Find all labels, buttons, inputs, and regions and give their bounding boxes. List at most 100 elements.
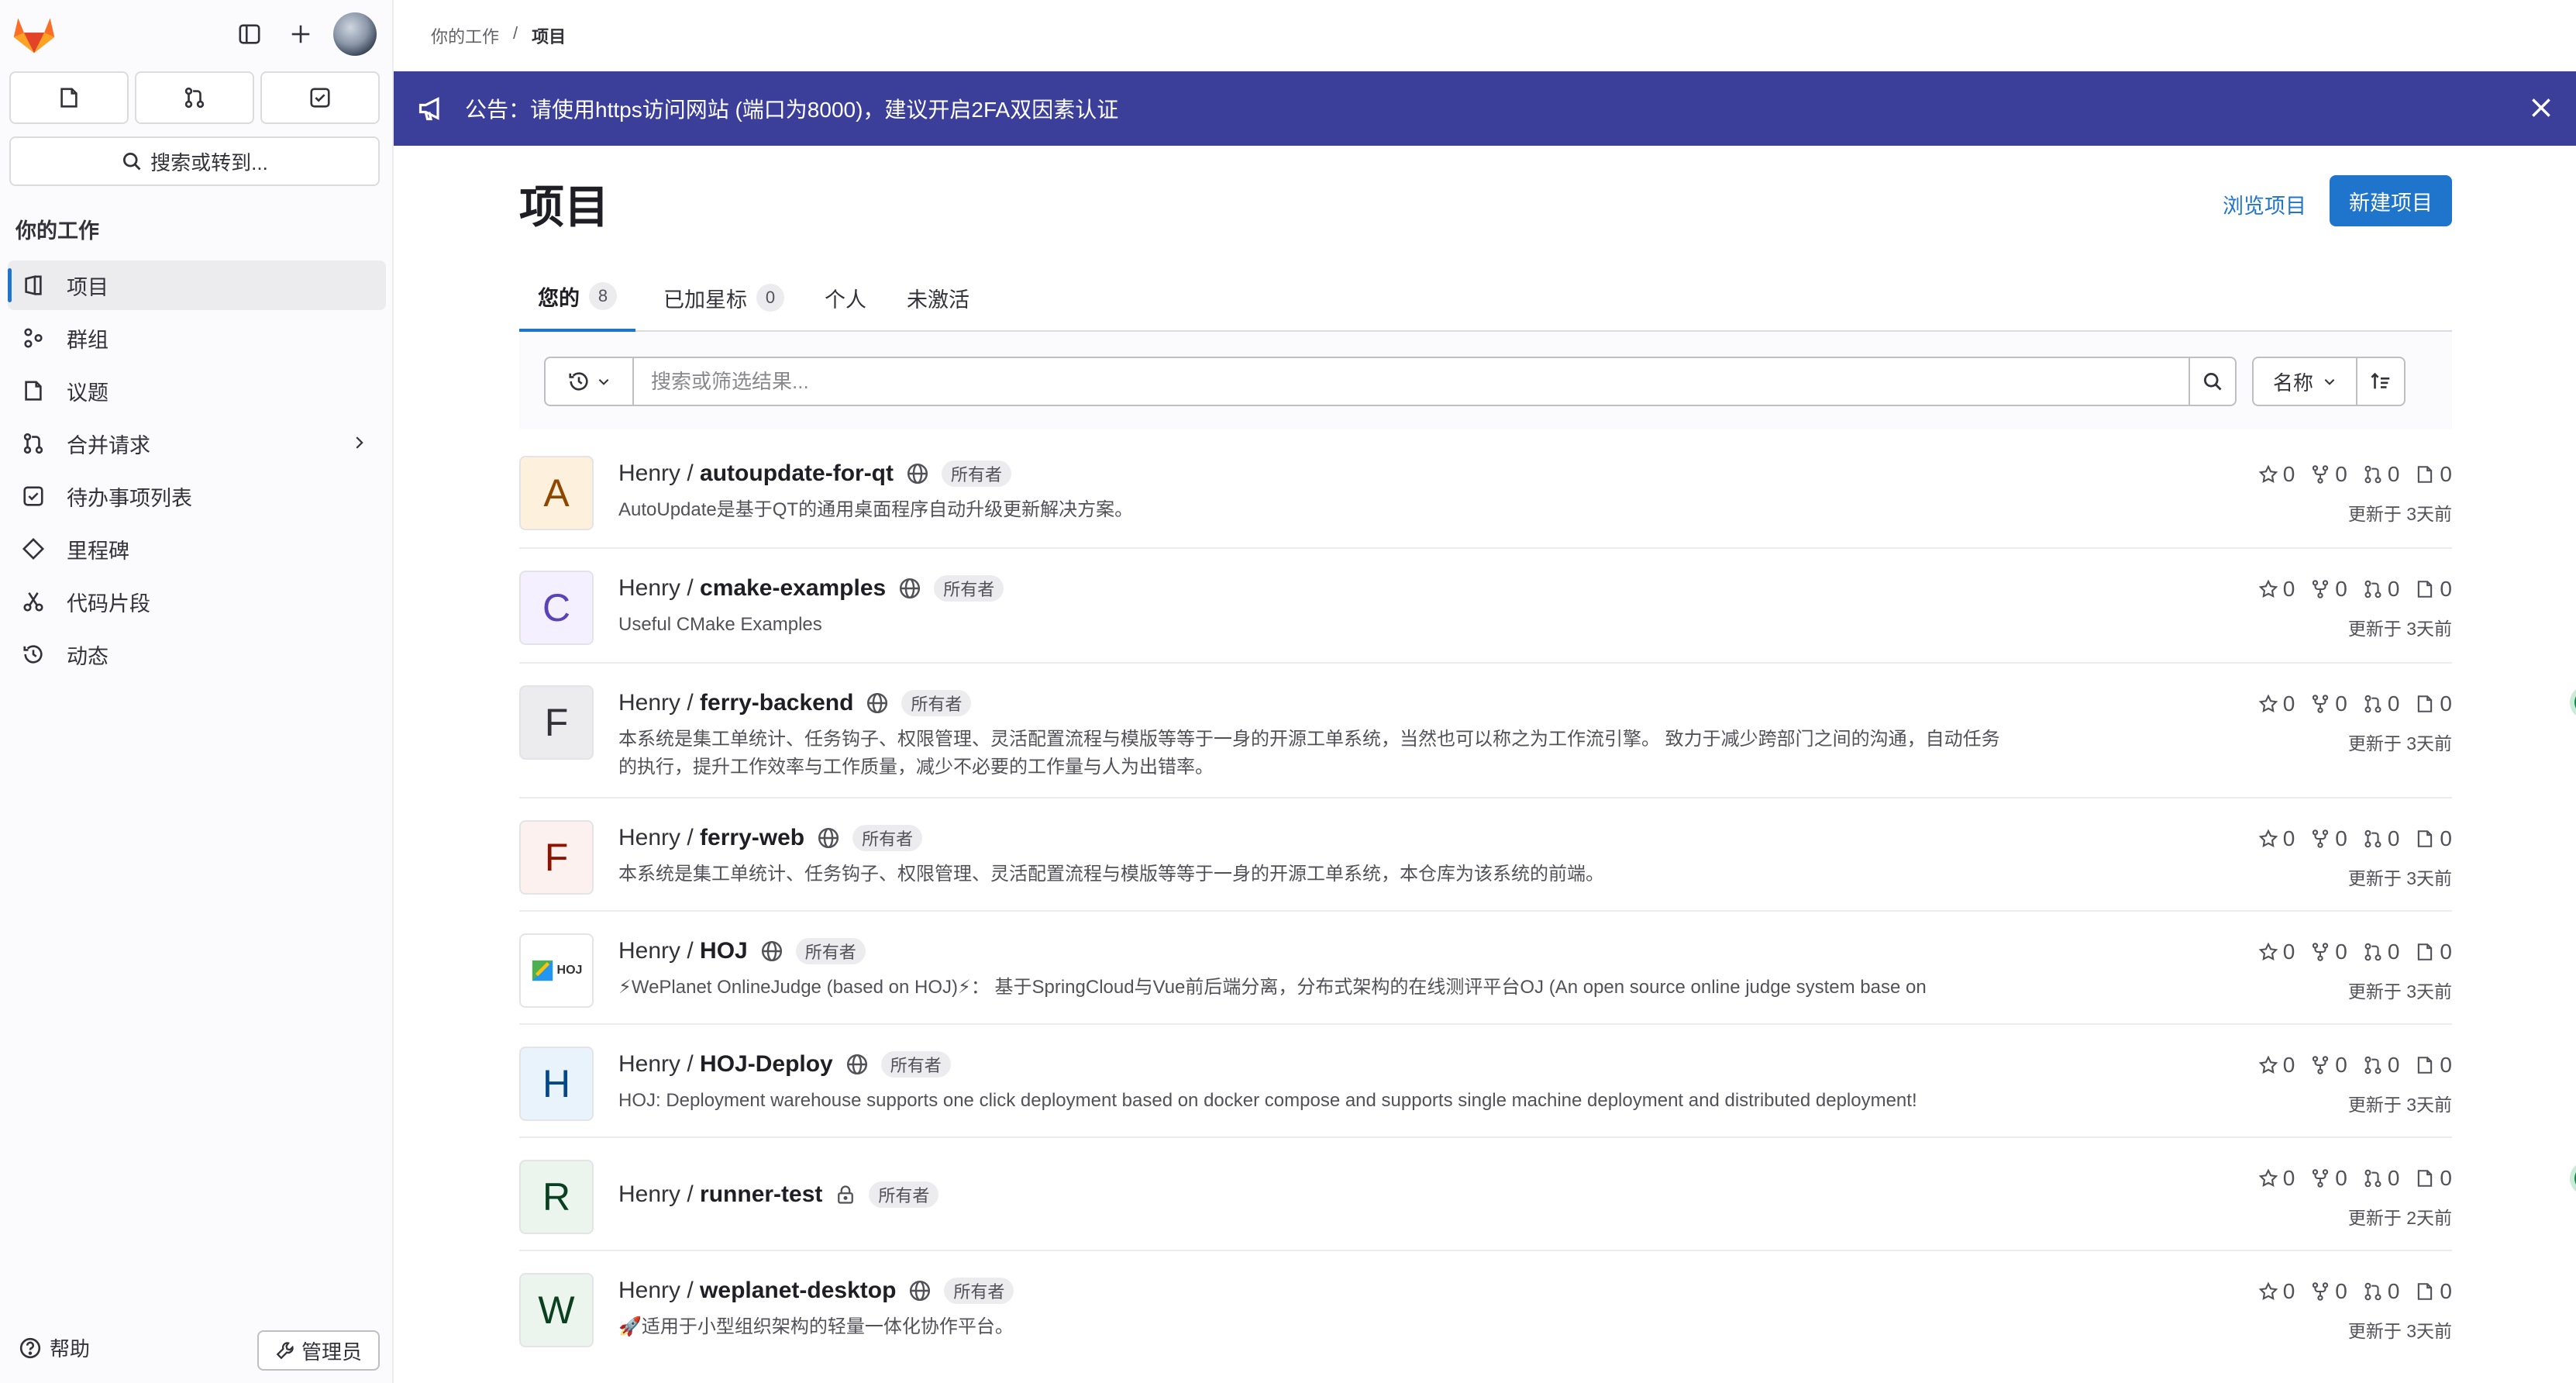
breadcrumb-parent[interactable]: 你的工作 xyxy=(431,23,499,48)
gitlab-logo-icon[interactable] xyxy=(11,11,57,57)
broadcast-banner: 公告：请使用https访问网站 (端口为8000)，建议开启2FA双因素认证 xyxy=(394,71,2576,146)
admin-area-button[interactable]: 管理员 xyxy=(257,1330,380,1371)
sidebar-item-groups[interactable]: 群组 xyxy=(8,313,386,363)
project-link[interactable]: Henry / cmake-examples xyxy=(618,575,886,602)
project-link[interactable]: Henry / runner-test xyxy=(618,1181,822,1208)
star-count[interactable]: 0 xyxy=(2258,940,2295,964)
issue-count[interactable]: 0 xyxy=(2415,577,2452,602)
fork-icon xyxy=(2313,829,2329,848)
issue-count[interactable]: 0 xyxy=(2415,826,2452,851)
assigned-issues-button[interactable] xyxy=(9,71,129,124)
recent-searches-button[interactable] xyxy=(544,357,634,406)
merge-request-count[interactable]: 0 xyxy=(2363,1279,2399,1304)
fork-count[interactable]: 0 xyxy=(2310,462,2347,487)
merge-request-count[interactable]: 0 xyxy=(2363,826,2399,851)
fork-count[interactable]: 0 xyxy=(2310,1279,2347,1304)
page-title: 项目 xyxy=(519,182,610,233)
merge-request-count[interactable]: 0 xyxy=(2363,1166,2399,1191)
breadcrumb-current[interactable]: 项目 xyxy=(532,23,566,48)
issue-count[interactable]: 0 xyxy=(2415,940,2452,964)
star-count[interactable]: 0 xyxy=(2258,577,2295,602)
issue-icon xyxy=(60,88,77,108)
filter-search-button[interactable] xyxy=(2189,357,2237,406)
merge-request-icon xyxy=(2364,1056,2381,1074)
issue-icon xyxy=(2418,1057,2433,1074)
pipeline-status-passed[interactable] xyxy=(2570,1161,2576,1195)
fork-count[interactable]: 0 xyxy=(2310,692,2347,716)
issue-count[interactable]: 0 xyxy=(2415,1053,2452,1078)
project-link[interactable]: Henry / HOJ-Deploy xyxy=(618,1051,833,1078)
project-avatar-image[interactable]: HOJ xyxy=(519,933,594,1008)
merge-request-count[interactable]: 0 xyxy=(2363,462,2399,487)
sidebar-item-label: 项目 xyxy=(67,275,108,299)
merge-request-count[interactable]: 0 xyxy=(2363,692,2399,716)
project-avatar[interactable]: R xyxy=(519,1160,594,1234)
project-link[interactable]: Henry / weplanet-desktop xyxy=(618,1278,896,1304)
todo-list-button[interactable] xyxy=(260,71,380,124)
merge-request-count[interactable]: 0 xyxy=(2363,940,2399,964)
pipeline-status-passed[interactable] xyxy=(2570,685,2576,719)
sidebar-item-merge-requests[interactable]: 合并请求 xyxy=(8,419,386,468)
tab-personal[interactable]: 个人 xyxy=(825,264,866,332)
user-avatar[interactable] xyxy=(333,12,377,56)
role-badge: 所有者 xyxy=(795,938,866,964)
toggle-sidebar-button[interactable] xyxy=(228,12,271,56)
star-count[interactable]: 0 xyxy=(2258,1166,2295,1191)
sidebar-item-todo-list[interactable]: 待办事项列表 xyxy=(8,471,386,521)
star-count[interactable]: 0 xyxy=(2258,1053,2295,1078)
project-title: Henry / ferry-web 所有者 xyxy=(618,825,923,851)
updated-time: 更新于 3天前 xyxy=(2347,868,2452,888)
project-avatar[interactable]: A xyxy=(519,456,594,530)
fork-count[interactable]: 0 xyxy=(2310,940,2347,964)
star-count[interactable]: 0 xyxy=(2258,462,2295,487)
filter-search-input[interactable] xyxy=(632,357,2190,406)
project-stats: 0 0 0 0 xyxy=(2258,692,2452,716)
project-avatar[interactable]: F xyxy=(519,820,594,895)
project-link[interactable]: Henry / autoupdate-for-qt xyxy=(618,460,894,487)
merge-request-icon xyxy=(2364,1169,2381,1188)
project-row: C Henry / cmake-examples 所有者 Useful CMak… xyxy=(519,549,2452,664)
star-count[interactable]: 0 xyxy=(2258,692,2295,716)
fork-count[interactable]: 0 xyxy=(2310,577,2347,602)
close-icon[interactable] xyxy=(2528,95,2554,121)
tab-your-projects[interactable]: 您的 8 xyxy=(519,264,635,332)
star-count[interactable]: 0 xyxy=(2258,826,2295,851)
issue-count[interactable]: 0 xyxy=(2415,462,2452,487)
tab-starred[interactable]: 已加星标 0 xyxy=(663,264,784,332)
fork-count[interactable]: 0 xyxy=(2310,1166,2347,1191)
fork-count[interactable]: 0 xyxy=(2310,1053,2347,1078)
create-new-button[interactable] xyxy=(279,12,322,56)
sidebar-item-activity[interactable]: 动态 xyxy=(8,629,386,679)
star-icon xyxy=(2258,1168,2278,1188)
sort-direction-button[interactable] xyxy=(2356,357,2406,406)
merge-request-count[interactable]: 0 xyxy=(2363,577,2399,602)
issue-count[interactable]: 0 xyxy=(2415,1166,2452,1191)
sidebar-item-projects[interactable]: 项目 xyxy=(8,260,386,310)
tab-inactive[interactable]: 未激活 xyxy=(907,264,969,332)
explore-projects-link[interactable]: 浏览项目 xyxy=(2223,189,2306,219)
new-project-button[interactable]: 新建项目 xyxy=(2330,175,2452,226)
project-name: autoupdate-for-qt xyxy=(700,460,894,486)
project-avatar[interactable]: W xyxy=(519,1273,594,1347)
sidebar-item-issues[interactable]: 议题 xyxy=(8,366,386,416)
fork-count[interactable]: 0 xyxy=(2310,826,2347,851)
role-badge: 所有者 xyxy=(880,1051,951,1078)
sidebar-item-label: 待办事项列表 xyxy=(67,486,192,510)
sidebar-item-snippets[interactable]: 代码片段 xyxy=(8,577,386,626)
project-link[interactable]: Henry / HOJ xyxy=(618,938,748,964)
chevron-down-icon xyxy=(2324,379,2335,385)
issue-count[interactable]: 0 xyxy=(2415,692,2452,716)
merge-request-count[interactable]: 0 xyxy=(2363,1053,2399,1078)
search-or-goto-button[interactable]: 搜索或转到... xyxy=(9,136,380,186)
help-button[interactable]: 帮助 xyxy=(19,1333,90,1362)
project-avatar[interactable]: F xyxy=(519,685,594,760)
sidebar-item-milestones[interactable]: 里程碑 xyxy=(8,524,386,574)
star-count[interactable]: 0 xyxy=(2258,1279,2295,1304)
issue-count[interactable]: 0 xyxy=(2415,1279,2452,1304)
project-link[interactable]: Henry / ferry-backend xyxy=(618,690,853,716)
project-avatar[interactable]: C xyxy=(519,571,594,645)
project-avatar[interactable]: H xyxy=(519,1047,594,1121)
project-link[interactable]: Henry / ferry-web xyxy=(618,825,804,851)
sort-field-dropdown[interactable]: 名称 xyxy=(2252,357,2357,406)
merge-requests-button[interactable] xyxy=(135,71,254,124)
